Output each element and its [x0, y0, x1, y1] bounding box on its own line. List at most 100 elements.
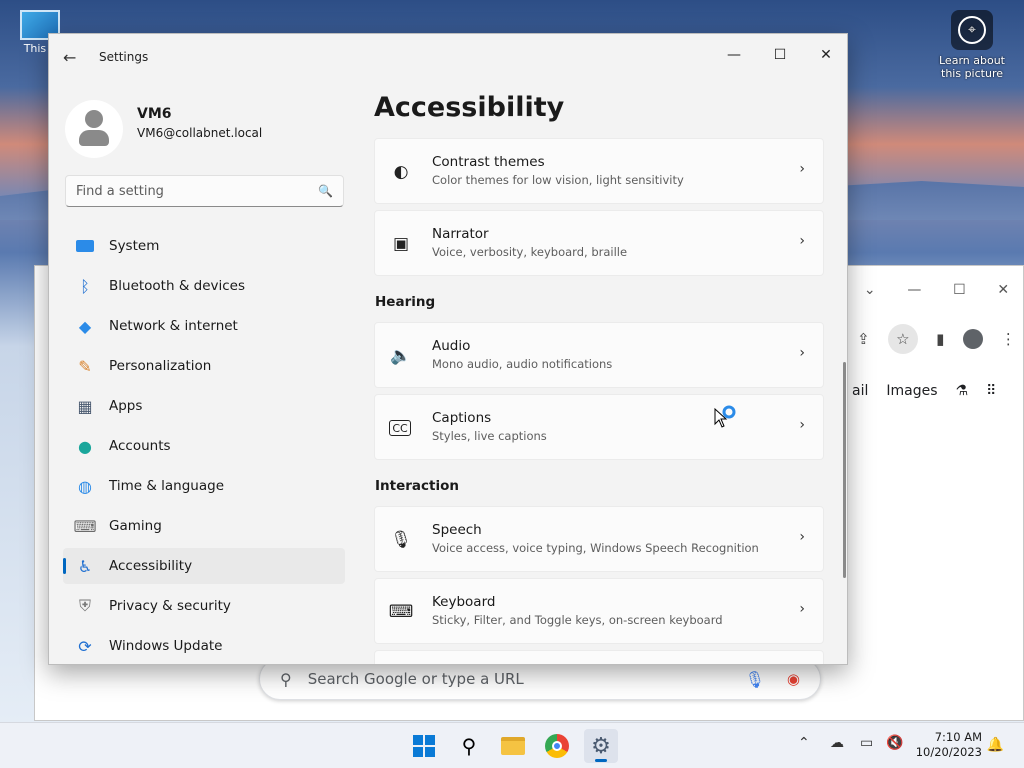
profile-avatar-icon[interactable] — [962, 329, 983, 349]
sidebar-item-label: Apps — [109, 398, 143, 414]
search-icon[interactable]: ⚲ — [452, 729, 486, 763]
search-magnifier-icon: ⚲ — [280, 669, 292, 689]
card-description: Sticky, Filter, and Toggle keys, on-scre… — [432, 613, 723, 627]
sidebar-item-label: Personalization — [109, 358, 212, 374]
apps-icon: ▦ — [77, 396, 93, 416]
keyboard-icon: ⌨ — [388, 602, 414, 622]
settings-icon[interactable]: ⚙ — [584, 729, 618, 763]
content-scrollbar[interactable] — [843, 362, 846, 578]
sidebar-item-label: Bluetooth & devices — [109, 278, 246, 294]
captions-icon: CC — [389, 420, 411, 436]
search-icon[interactable]: 🔍 — [318, 184, 333, 198]
voice-search-icon[interactable]: 🎙 — [745, 670, 765, 689]
google-links: ail Images ⚗ ⠿ — [848, 376, 1024, 406]
avatar — [65, 100, 123, 158]
user-name: VM6 — [137, 106, 172, 122]
section-hearing: Hearing — [375, 294, 436, 310]
close-button[interactable]: ✕ — [803, 40, 847, 70]
bluetooth-icon: ᛒ — [80, 276, 90, 296]
google-search-placeholder[interactable]: Search Google or type a URL — [308, 670, 745, 688]
labs-flask-icon[interactable]: ⚗ — [956, 383, 969, 399]
sidebar-item-privacy-security[interactable]: ⛨ Privacy & security — [63, 588, 345, 624]
apps-grid-icon[interactable]: ⠿ — [986, 383, 996, 399]
sidebar-item-label: Gaming — [109, 518, 162, 534]
chevron-right-icon: › — [799, 161, 805, 177]
card-description: Color themes for low vision, light sensi… — [432, 173, 684, 187]
minimize-button[interactable]: — — [711, 40, 757, 70]
find-setting-input[interactable] — [76, 183, 319, 199]
learn-label: Learn about this picture — [939, 54, 1005, 80]
sidebar-item-bluetooth[interactable]: ᛒ Bluetooth & devices — [63, 268, 345, 304]
back-arrow-icon[interactable]: ← — [63, 48, 76, 67]
wifi-icon: ◆ — [78, 316, 92, 336]
card-title: Captions — [432, 410, 492, 426]
avatar-body — [79, 130, 109, 146]
gamepad-icon: ⌨ — [73, 516, 97, 536]
card-speech[interactable]: 🎙 Speech Voice access, voice typing, Win… — [374, 506, 824, 572]
volume-muted-icon[interactable]: 🔇 — [886, 735, 903, 751]
lens-search-icon[interactable]: ◉ — [787, 670, 800, 688]
tab-search-icon[interactable]: ⌄ — [864, 282, 876, 298]
page-title: Accessibility — [374, 92, 565, 123]
clock-time: 7:10 AM — [934, 730, 982, 744]
find-setting-box[interactable]: 🔍 — [65, 175, 344, 207]
sidebar-item-label: Windows Update — [109, 638, 223, 654]
mouse-cursor-busy-icon — [714, 405, 736, 428]
images-link[interactable]: Images — [886, 383, 937, 399]
sidebar-item-time-language[interactable]: ◍ Time & language — [63, 468, 345, 504]
start-icon[interactable] — [407, 729, 441, 763]
sidebar-item-gaming[interactable]: ⌨ Gaming — [63, 508, 345, 544]
bookmark-star-icon[interactable]: ☆ — [887, 324, 918, 354]
gmail-link[interactable]: ail — [852, 383, 868, 399]
share-icon[interactable]: ⇪ — [857, 330, 870, 348]
chevron-right-icon: › — [799, 345, 805, 361]
menu-kebab-icon[interactable]: ⋮ — [1001, 330, 1016, 348]
sidebar-item-system[interactable]: System — [63, 228, 345, 264]
maximize-icon[interactable]: ☐ — [953, 282, 966, 298]
card-title: Audio — [432, 338, 471, 354]
learn-about-picture[interactable]: ⌖ Learn about this picture — [932, 10, 1012, 80]
sidebar-item-label: Time & language — [109, 478, 225, 494]
minimize-icon[interactable]: — — [907, 282, 921, 298]
card-description: Voice access, voice typing, Windows Spee… — [432, 541, 759, 555]
sidebar-item-personalization[interactable]: ✎ Personalization — [63, 348, 345, 384]
chevron-up-icon[interactable]: ⌃ — [798, 735, 810, 751]
sidebar-item-label: Network & internet — [109, 318, 238, 334]
globe-clock-icon: ◍ — [78, 476, 92, 496]
card-captions[interactable]: CC Captions Styles, live captions › — [374, 394, 824, 460]
user-email: VM6@collabnet.local — [137, 126, 263, 140]
sidebar-item-apps[interactable]: ▦ Apps — [63, 388, 345, 424]
user-profile[interactable]: VM6 VM6@collabnet.local — [65, 100, 345, 160]
card-title: Keyboard — [432, 594, 496, 610]
chevron-right-icon: › — [799, 529, 805, 545]
chevron-right-icon: › — [799, 601, 805, 617]
card-keyboard[interactable]: ⌨ Keyboard Sticky, Filter, and Toggle ke… — [374, 578, 824, 644]
card-narrator[interactable]: ▣ Narrator Voice, verbosity, keyboard, b… — [374, 210, 824, 276]
network-icon[interactable]: ▭ — [860, 735, 873, 751]
system-clock[interactable]: 7:10 AM 10/20/2023 — [916, 730, 982, 760]
card-audio[interactable]: 🔈 Audio Mono audio, audio notifications … — [374, 322, 824, 388]
sidebar-item-label: Privacy & security — [109, 598, 231, 614]
sidebar-item-windows-update[interactable]: ⟳ Windows Update — [63, 628, 345, 664]
card-title: Contrast themes — [432, 154, 545, 170]
card-partial[interactable] — [374, 650, 824, 664]
notification-bell-icon[interactable]: 🔔 — [987, 737, 1004, 753]
settings-window: ← Settings — ☐ ✕ VM6 VM6@collabnet.local… — [48, 33, 848, 665]
chevron-right-icon: › — [799, 417, 805, 433]
side-panel-icon[interactable]: ▮ — [936, 330, 944, 348]
onedrive-icon[interactable]: ☁ — [830, 735, 844, 751]
card-contrast-themes[interactable]: ◐ Contrast themes Color themes for low v… — [374, 138, 824, 204]
chrome-toolbar: ⇪ ☆ ▮ ⋮ — [848, 324, 1024, 354]
monitor-icon — [75, 236, 95, 256]
maximize-button[interactable]: ☐ — [757, 40, 803, 70]
microphone-icon: 🎙 — [390, 530, 412, 550]
sidebar-item-accounts[interactable]: ● Accounts — [63, 428, 345, 464]
sidebar-item-network[interactable]: ◆ Network & internet — [63, 308, 345, 344]
sidebar-item-accessibility[interactable]: ♿ Accessibility — [63, 548, 345, 584]
file-explorer-icon[interactable] — [496, 729, 530, 763]
avatar-head — [85, 110, 103, 128]
chrome-titlebar: ⌄ — ☐ ✕ — [848, 274, 1024, 306]
close-icon[interactable]: ✕ — [997, 282, 1009, 298]
card-title: Speech — [432, 522, 482, 538]
chrome-icon[interactable] — [540, 729, 574, 763]
